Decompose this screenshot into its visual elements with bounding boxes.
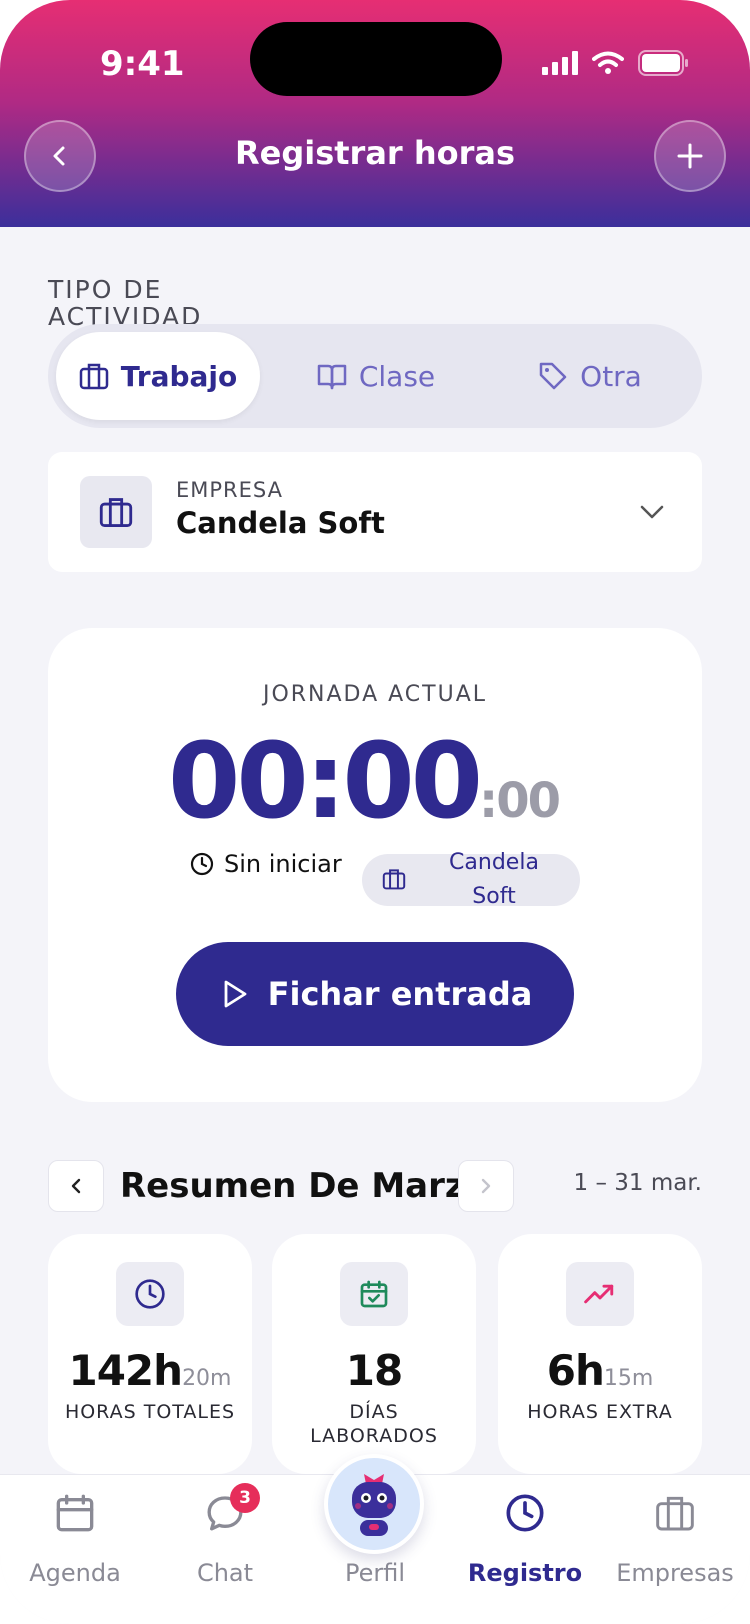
- timer-card: JORNADA ACTUAL 00:00:00 Sin iniciar Cand…: [48, 628, 702, 1102]
- summary-prev-button[interactable]: [48, 1160, 104, 1212]
- phone-screen: 9:41 Registrar horas TIPO DE ACTIVIDAD T…: [0, 0, 750, 1624]
- activity-segmented-control: Trabajo Clase Otra: [48, 324, 702, 428]
- activity-option-clase[interactable]: Clase: [274, 332, 478, 420]
- timer-status-text: Sin iniciar: [224, 850, 342, 878]
- stat-icon-box: [116, 1262, 184, 1326]
- stat-value: 142h20m: [68, 1346, 232, 1395]
- timer-seconds: :00: [479, 773, 561, 829]
- activity-option-label: Otra: [580, 359, 642, 393]
- nav-item-registro[interactable]: Registro: [450, 1475, 600, 1624]
- company-name: Candela Soft: [176, 506, 385, 540]
- nav-item-chat[interactable]: 3 Chat: [150, 1475, 300, 1624]
- briefcase-icon: [382, 869, 406, 890]
- stat-label: HORAS EXTRA: [527, 1401, 673, 1423]
- nav-item-agenda[interactable]: Agenda: [0, 1475, 150, 1624]
- robot-avatar-icon: [352, 1474, 396, 1536]
- briefcase-icon: [99, 498, 133, 528]
- clock-icon: [506, 1494, 544, 1532]
- nav-label: Chat: [196, 1559, 254, 1587]
- activity-option-label: Clase: [358, 359, 436, 393]
- stat-unit: 15m: [603, 1366, 654, 1391]
- book-icon: [317, 364, 347, 390]
- app-header: 9:41 Registrar horas: [0, 0, 750, 227]
- chevron-right-icon: [481, 1178, 491, 1194]
- summary-next-button[interactable]: [458, 1160, 514, 1212]
- profile-avatar-button[interactable]: [324, 1454, 424, 1554]
- status-icons: [542, 50, 690, 76]
- activity-option-trabajo[interactable]: Trabajo: [56, 332, 260, 420]
- stat-label: DÍAS LABORADOS: [310, 1401, 438, 1447]
- stat-value: 18: [345, 1346, 403, 1395]
- summary-date-range: 1 – 31 mar.: [573, 1170, 703, 1196]
- nav-label: Perfil: [344, 1559, 406, 1587]
- stat-card-overtime: 6h15m HORAS EXTRA: [498, 1234, 702, 1474]
- plus-icon: [677, 143, 703, 169]
- briefcase-icon: [79, 363, 108, 390]
- clock-in-button[interactable]: Fichar entrada: [176, 942, 574, 1046]
- calendar-check-icon: [360, 1280, 388, 1308]
- play-icon: [224, 980, 247, 1008]
- clock-icon: [135, 1279, 165, 1309]
- timer-display: 00:00:00: [168, 726, 561, 836]
- company-chip: Candela Soft: [362, 850, 580, 909]
- timer-status: Sin iniciar: [190, 850, 342, 878]
- nav-label: Empresas: [616, 1559, 734, 1587]
- clock-in-label: Fichar entrada: [267, 975, 533, 1013]
- chat-badge: 3: [230, 1483, 260, 1513]
- stat-unit: 20m: [182, 1366, 232, 1391]
- company-chip-label: Candela Soft: [449, 850, 539, 909]
- stat-icon-box: [566, 1262, 634, 1326]
- clock-icon: [190, 852, 214, 876]
- stat-icon-box: [340, 1262, 408, 1326]
- nav-label: Agenda: [29, 1559, 121, 1587]
- activity-type-label: TIPO DE ACTIVIDAD: [48, 275, 203, 331]
- battery-icon: [638, 50, 688, 76]
- company-label: EMPRESA: [176, 478, 283, 502]
- timer-value: 00:00: [168, 720, 483, 842]
- add-button[interactable]: [654, 120, 726, 192]
- activity-option-label: Trabajo: [120, 359, 238, 393]
- stat-label: HORAS TOTALES: [64, 1401, 236, 1423]
- wifi-icon: [592, 51, 624, 74]
- page-title: Registrar horas: [234, 134, 516, 172]
- chevron-down-icon: [640, 505, 664, 519]
- activity-option-otra[interactable]: Otra: [488, 332, 692, 420]
- nav-item-empresas[interactable]: Empresas: [600, 1475, 750, 1624]
- stat-card-worked-days: 18 DÍAS LABORADOS: [272, 1234, 476, 1474]
- briefcase-icon: [656, 1496, 694, 1531]
- status-time: 9:41: [100, 44, 185, 84]
- stat-value: 6h15m: [546, 1346, 654, 1395]
- summary-title: Resumen De Marzo: [120, 1166, 489, 1206]
- tag-icon: [539, 362, 567, 390]
- stat-card-total-hours: 142h20m HORAS TOTALES: [48, 1234, 252, 1474]
- trending-up-icon: [584, 1284, 614, 1304]
- company-select[interactable]: EMPRESA Candela Soft: [48, 452, 702, 572]
- signal-icon: [542, 51, 578, 75]
- company-icon-box: [80, 476, 152, 548]
- dynamic-island: [250, 22, 502, 96]
- calendar-icon: [56, 1494, 94, 1532]
- chevron-left-icon: [71, 1178, 81, 1194]
- timer-label: JORNADA ACTUAL: [262, 682, 488, 707]
- nav-label: Registro: [467, 1559, 583, 1587]
